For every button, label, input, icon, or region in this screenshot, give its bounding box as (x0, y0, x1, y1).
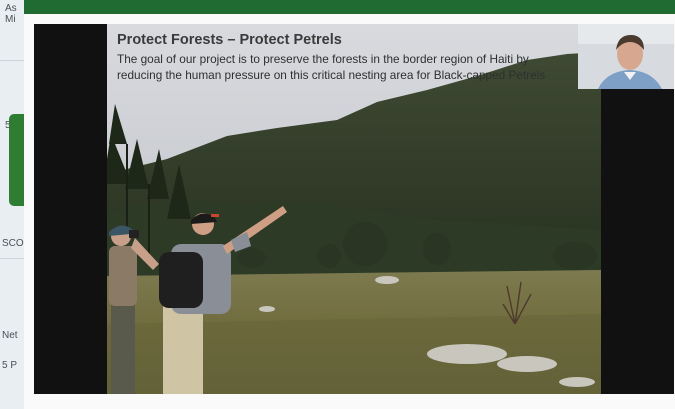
bg-text-fragment: 5 P (2, 360, 18, 371)
bg-text-fragment: As (5, 3, 17, 14)
slide-body-text: The goal of our project is to preserve t… (117, 52, 546, 82)
shared-screen-video[interactable]: Protect Forests – Protect Petrels The go… (34, 24, 674, 394)
presentation-slide: Protect Forests – Protect Petrels The go… (107, 24, 601, 394)
bg-text-fragment: Mi (5, 14, 16, 25)
bg-divider (0, 60, 24, 61)
bg-text-fragment: SCO (2, 238, 24, 249)
bg-divider (0, 258, 24, 259)
window-top-bar[interactable] (24, 0, 675, 14)
speaker-avatar (578, 24, 674, 89)
bg-text-fragment: Net (2, 330, 18, 341)
background-app: As Mi 5 SCO Net 5 P (0, 0, 24, 409)
bg-green-card[interactable] (9, 114, 24, 206)
video-window: Protect Forests – Protect Petrels The go… (24, 0, 675, 409)
slide-title: Protect Forests – Protect Petrels (117, 32, 342, 48)
speaker-video-tile[interactable] (578, 24, 674, 89)
